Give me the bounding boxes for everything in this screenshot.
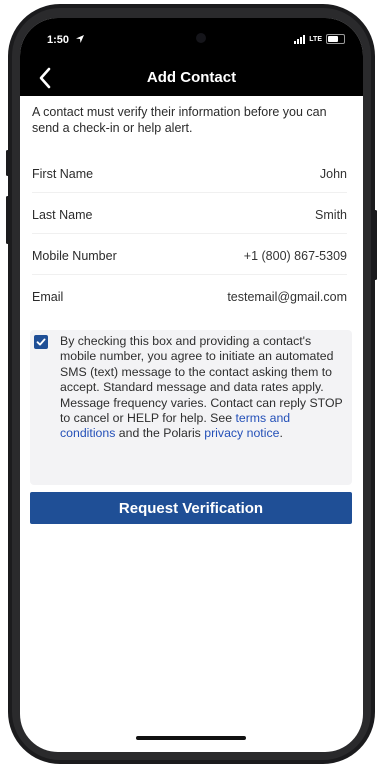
email-value[interactable]: testemail@gmail.com (227, 290, 347, 304)
consent-checkbox[interactable] (34, 335, 48, 349)
phone-power-button (374, 210, 377, 280)
network-label: LTE (309, 35, 322, 43)
email-field[interactable]: Email testemail@gmail.com (32, 286, 347, 308)
last-name-value[interactable]: Smith (315, 208, 347, 222)
phone-volume-button (6, 196, 9, 244)
page-title: Add Contact (146, 69, 237, 86)
divider (32, 274, 347, 275)
consent-text-body: By checking this box and providing a con… (60, 334, 343, 426)
status-time: 1:50 (47, 34, 70, 46)
location-arrow-icon (76, 35, 84, 43)
camera-notch (196, 33, 206, 43)
intro-text: A contact must verify their information … (32, 105, 327, 135)
phone-screen: 1:50 LTE Add Contact A contact must veri… (20, 18, 363, 752)
checkmark-icon (36, 338, 46, 346)
privacy-link[interactable]: privacy notice (204, 426, 279, 440)
first-name-label: First Name (32, 167, 94, 181)
mobile-number-value[interactable]: +1 (800) 867-5309 (244, 249, 347, 263)
email-label: Email (32, 290, 64, 304)
last-name-field[interactable]: Last Name Smith (32, 204, 347, 226)
mobile-number-label: Mobile Number (32, 249, 117, 263)
status-bar: 1:50 LTE (20, 18, 363, 60)
signal-icon (294, 34, 306, 44)
status-indicators: LTE (294, 34, 345, 44)
first-name-value[interactable]: John (320, 167, 347, 181)
mobile-number-field[interactable]: Mobile Number +1 (800) 867-5309 (32, 245, 347, 267)
battery-icon (326, 34, 345, 44)
divider (32, 192, 347, 193)
consent-text-middle: and the Polaris (115, 426, 205, 441)
divider (32, 233, 347, 234)
consent-text-end: . (279, 426, 283, 441)
consent-text: By checking this box and providing a con… (60, 334, 347, 442)
navigation-bar: Add Contact (20, 60, 363, 96)
last-name-label: Last Name (32, 208, 93, 222)
home-indicator[interactable] (136, 736, 246, 740)
first-name-field[interactable]: First Name John (32, 163, 347, 185)
request-verification-button[interactable]: Request Verification (30, 492, 352, 524)
phone-side-button (6, 150, 9, 176)
